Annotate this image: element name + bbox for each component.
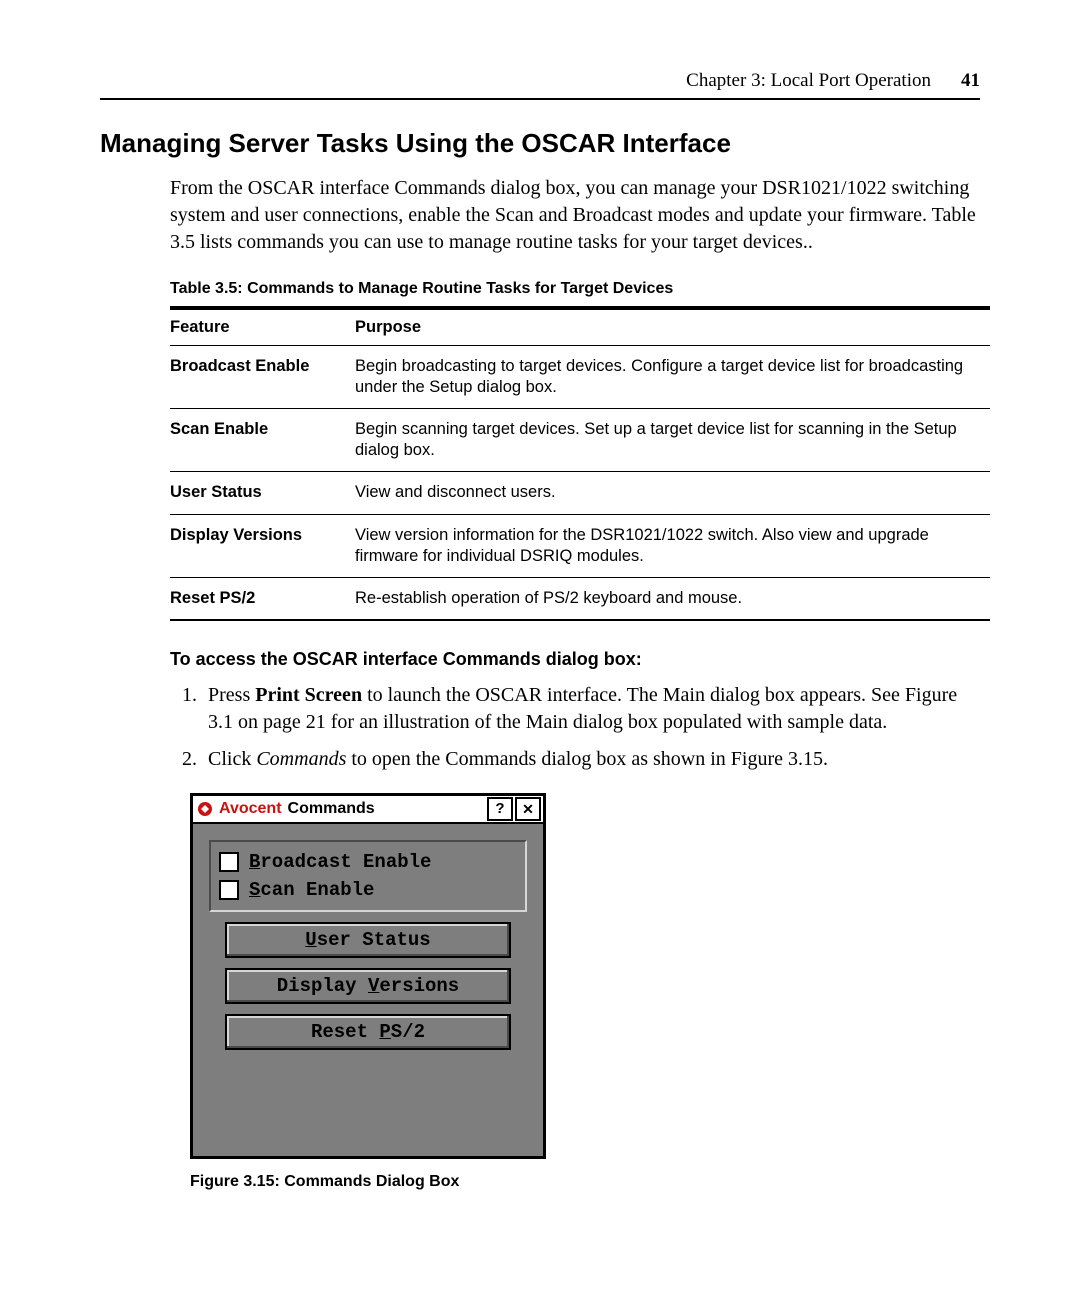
feature-cell: Display Versions bbox=[170, 514, 355, 577]
figure-commands-dialog: Avocent Commands ? Broadcast Enable Scan… bbox=[190, 793, 980, 1159]
checkbox-label: Broadcast Enable bbox=[249, 851, 431, 873]
dialog-title: Commands bbox=[288, 800, 485, 818]
section-heading: Managing Server Tasks Using the OSCAR In… bbox=[100, 128, 980, 159]
dialog-titlebar: Avocent Commands ? bbox=[193, 796, 543, 824]
print-screen-key: Print Screen bbox=[255, 684, 362, 706]
commands-emphasis: Commands bbox=[256, 748, 346, 770]
table-row: Scan Enable Begin scanning target device… bbox=[170, 409, 990, 472]
chapter-label: Chapter 3: Local Port Operation bbox=[686, 70, 931, 92]
feature-cell: User Status bbox=[170, 472, 355, 514]
step-text: to open the Commands dialog box as shown… bbox=[346, 748, 828, 770]
procedure-heading: To access the OSCAR interface Commands d… bbox=[170, 649, 980, 670]
feature-cell: Scan Enable bbox=[170, 409, 355, 472]
button-group: User Status Display Versions Reset PS/2 bbox=[225, 922, 511, 1050]
checkbox-icon bbox=[219, 852, 239, 872]
commands-dialog: Avocent Commands ? Broadcast Enable Scan… bbox=[190, 793, 546, 1159]
checkbox-group: Broadcast Enable Scan Enable bbox=[209, 840, 527, 912]
commands-table: Feature Purpose Broadcast Enable Begin b… bbox=[170, 306, 990, 621]
step-text: Press bbox=[208, 684, 255, 706]
figure-caption: Figure 3.15: Commands Dialog Box bbox=[190, 1173, 980, 1191]
purpose-cell: View and disconnect users. bbox=[355, 472, 990, 514]
page-header: Chapter 3: Local Port Operation 41 bbox=[100, 70, 980, 100]
purpose-cell: View version information for the DSR1021… bbox=[355, 514, 990, 577]
step-2: Click Commands to open the Commands dial… bbox=[202, 746, 980, 773]
purpose-cell: Begin scanning target devices. Set up a … bbox=[355, 409, 990, 472]
table-row: Display Versions View version informatio… bbox=[170, 514, 990, 577]
feature-cell: Broadcast Enable bbox=[170, 346, 355, 409]
feature-cell: Reset PS/2 bbox=[170, 577, 355, 620]
reset-ps2-button[interactable]: Reset PS/2 bbox=[225, 1014, 511, 1050]
page-number: 41 bbox=[961, 70, 980, 92]
table-row: User Status View and disconnect users. bbox=[170, 472, 990, 514]
dialog-body: Broadcast Enable Scan Enable User Status… bbox=[193, 824, 543, 1156]
col-feature: Feature bbox=[170, 308, 355, 346]
checkbox-label: Scan Enable bbox=[249, 879, 374, 901]
display-versions-button[interactable]: Display Versions bbox=[225, 968, 511, 1004]
page: Chapter 3: Local Port Operation 41 Manag… bbox=[0, 0, 1080, 1251]
close-button[interactable] bbox=[515, 797, 541, 821]
step-1: Press Print Screen to launch the OSCAR i… bbox=[202, 682, 980, 736]
brand-label: Avocent bbox=[219, 800, 282, 818]
table-row: Broadcast Enable Begin broadcasting to t… bbox=[170, 346, 990, 409]
app-icon bbox=[195, 799, 215, 819]
intro-paragraph: From the OSCAR interface Commands dialog… bbox=[170, 175, 980, 256]
col-purpose: Purpose bbox=[355, 308, 990, 346]
user-status-button[interactable]: User Status bbox=[225, 922, 511, 958]
scan-enable-checkbox[interactable]: Scan Enable bbox=[219, 876, 517, 904]
table-caption: Table 3.5: Commands to Manage Routine Ta… bbox=[170, 280, 980, 298]
help-button[interactable]: ? bbox=[487, 797, 513, 821]
purpose-cell: Begin broadcasting to target devices. Co… bbox=[355, 346, 990, 409]
broadcast-enable-checkbox[interactable]: Broadcast Enable bbox=[219, 848, 517, 876]
table-row: Reset PS/2 Re-establish operation of PS/… bbox=[170, 577, 990, 620]
checkbox-icon bbox=[219, 880, 239, 900]
purpose-cell: Re-establish operation of PS/2 keyboard … bbox=[355, 577, 990, 620]
procedure-steps: Press Print Screen to launch the OSCAR i… bbox=[170, 682, 980, 773]
step-text: Click bbox=[208, 748, 256, 770]
